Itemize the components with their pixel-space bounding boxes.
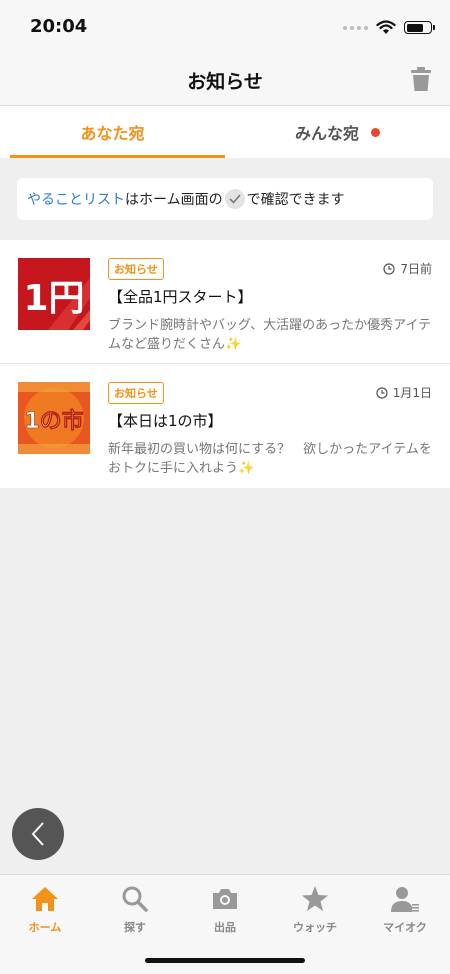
notice-date: 1月1日	[376, 384, 432, 401]
nav-item-my-auction[interactable]: マイオク	[360, 875, 450, 974]
todo-list-link[interactable]: やることリスト	[27, 189, 125, 209]
chevron-left-icon	[31, 822, 44, 846]
home-icon	[32, 887, 58, 911]
clock-icon	[383, 262, 395, 275]
home-indicator	[145, 958, 305, 963]
notice-description: 新年最初の買い物は何にする？ 欲しかったアイテムをおトクに手に入れよう✨	[108, 442, 432, 476]
nav-label: マイオク	[383, 921, 427, 934]
battery-icon	[404, 21, 435, 34]
banner-text: で確認できます	[246, 192, 345, 208]
notice-item[interactable]: 1の市 お知らせ 1月1日 【本日は1の市】 新年最初の買い物は何にする？ 欲し…	[0, 364, 450, 488]
check-icon	[224, 189, 245, 209]
nav-label: ホーム	[28, 921, 62, 934]
todo-banner: やることリスト はホーム画面の で確認できます	[17, 178, 433, 220]
notice-badge: お知らせ	[108, 258, 164, 280]
back-button[interactable]	[12, 808, 64, 860]
search-icon	[122, 886, 148, 912]
notice-thumbnail: 1の市	[18, 382, 90, 454]
tab-bar: あなた宛 みんな宛	[0, 106, 450, 158]
tab-for-you[interactable]: あなた宛	[0, 106, 225, 158]
user-icon	[391, 887, 419, 912]
notice-thumbnail: 1円	[18, 258, 90, 330]
nav-label: ウォッチ	[293, 921, 337, 934]
notice-description: ブランド腕時計やバッグ、大活躍のあったか優秀アイテムなど盛りだくさん✨	[108, 318, 432, 352]
page-title: お知らせ	[187, 71, 263, 93]
notice-date: 7日前	[383, 260, 432, 277]
nav-label: 出品	[214, 921, 236, 934]
nav-header: お知らせ	[0, 54, 450, 106]
banner-text: はホーム画面の	[125, 192, 223, 208]
notice-badge: お知らせ	[108, 382, 164, 404]
star-icon	[302, 886, 328, 911]
notice-title: 【本日は1の市】	[108, 412, 223, 430]
nav-item-home[interactable]: ホーム	[0, 875, 90, 974]
date-text: 7日前	[400, 262, 432, 276]
signal-icon	[343, 25, 368, 30]
tab-label: みんな宛	[294, 124, 359, 143]
notice-item[interactable]: 1円 お知らせ 7日前 【全品1円スタート】 ブランド腕時計やバッグ、大活躍のあ…	[0, 240, 450, 364]
nav-label: 探す	[124, 921, 146, 934]
tab-for-everyone[interactable]: みんな宛	[225, 106, 450, 158]
tab-label: あなた宛	[80, 124, 145, 143]
clock-icon	[376, 386, 388, 399]
unread-dot	[371, 127, 380, 137]
notice-list: 1円 お知らせ 7日前 【全品1円スタート】 ブランド腕時計やバッグ、大活躍のあ…	[0, 240, 450, 488]
status-bar: 20:04	[0, 0, 450, 54]
status-time: 20:04	[30, 16, 88, 37]
camera-icon	[213, 889, 237, 909]
status-icons	[343, 20, 435, 35]
date-text: 1月1日	[392, 386, 432, 400]
trash-icon[interactable]	[410, 66, 432, 92]
thumbnail-text: 1円	[23, 278, 84, 319]
thumbnail-text: 1の市	[24, 408, 83, 434]
wifi-icon	[376, 20, 396, 34]
notice-title: 【全品1円スタート】	[108, 288, 253, 306]
